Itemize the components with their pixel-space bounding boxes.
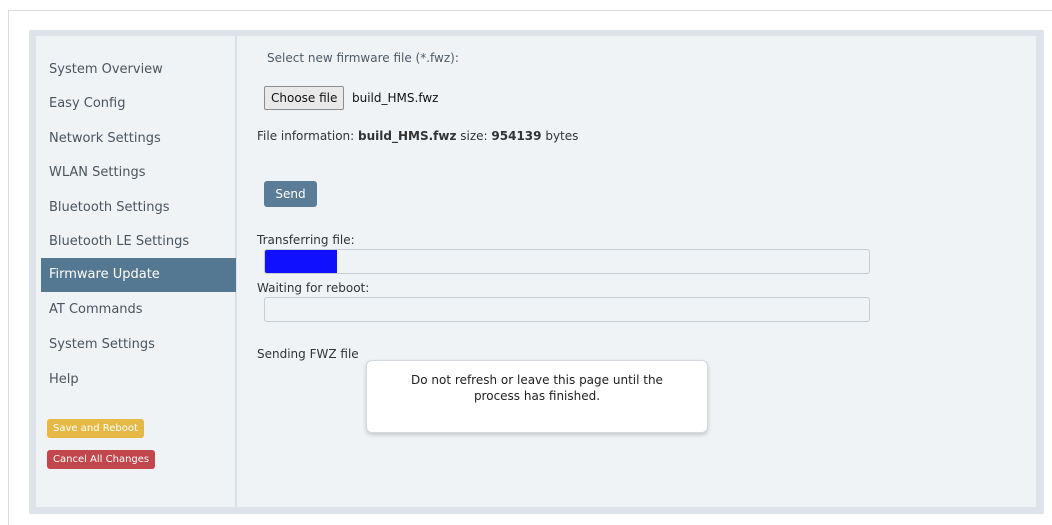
file-information: File information: build_HMS.fwz size: 95… (257, 129, 578, 143)
sidebar-item-wlan-settings[interactable]: WLAN Settings (41, 156, 236, 190)
reboot-progress-bar (264, 297, 870, 322)
sidebar-item-bluetooth-settings[interactable]: Bluetooth Settings (41, 191, 236, 225)
sidebar-item-system-overview[interactable]: System Overview (41, 53, 236, 87)
top-divider (8, 10, 1052, 11)
file-info-unit: bytes (541, 129, 579, 143)
notice-dialog: Do not refresh or leave this page until … (366, 360, 708, 433)
cancel-all-changes-button[interactable]: Cancel All Changes (47, 450, 156, 469)
send-button[interactable]: Send (264, 181, 317, 207)
transferring-label: Transferring file: (257, 233, 355, 247)
waiting-reboot-label: Waiting for reboot: (257, 281, 370, 295)
file-info-size-label: size: (456, 129, 492, 143)
file-info-size: 954139 (491, 129, 542, 143)
sidebar-item-bluetooth-le-settings[interactable]: Bluetooth LE Settings (41, 225, 236, 259)
choose-file-button[interactable]: Choose file (264, 86, 345, 110)
left-divider (8, 10, 9, 525)
save-and-reboot-button[interactable]: Save and Reboot (47, 419, 144, 438)
sidebar-item-help[interactable]: Help (41, 363, 236, 397)
sidebar-item-system-settings[interactable]: System Settings (41, 328, 236, 362)
notice-text: Do not refresh or leave this page until … (411, 372, 663, 403)
transfer-progress-fill (265, 250, 338, 273)
sidebar-item-firmware-update[interactable]: Firmware Update (41, 258, 236, 292)
transfer-progress-bar (264, 249, 870, 274)
file-info-filename: build_HMS.fwz (358, 129, 457, 143)
file-info-prefix: File information: (257, 129, 359, 143)
sidebar-item-network-settings[interactable]: Network Settings (41, 122, 236, 156)
firmware-update-panel: Select new firmware file (*.fwz): Choose… (237, 36, 1036, 507)
status-text: Sending FWZ file (257, 347, 359, 361)
sidebar-item-at-commands[interactable]: AT Commands (41, 293, 236, 327)
sidebar-item-easy-config[interactable]: Easy Config (41, 87, 236, 121)
sidebar-nav: System Overview Easy Config Network Sett… (36, 36, 236, 507)
select-firmware-label: Select new firmware file (*.fwz): (267, 51, 459, 65)
chosen-file-name: build_HMS.fwz (352, 91, 439, 105)
